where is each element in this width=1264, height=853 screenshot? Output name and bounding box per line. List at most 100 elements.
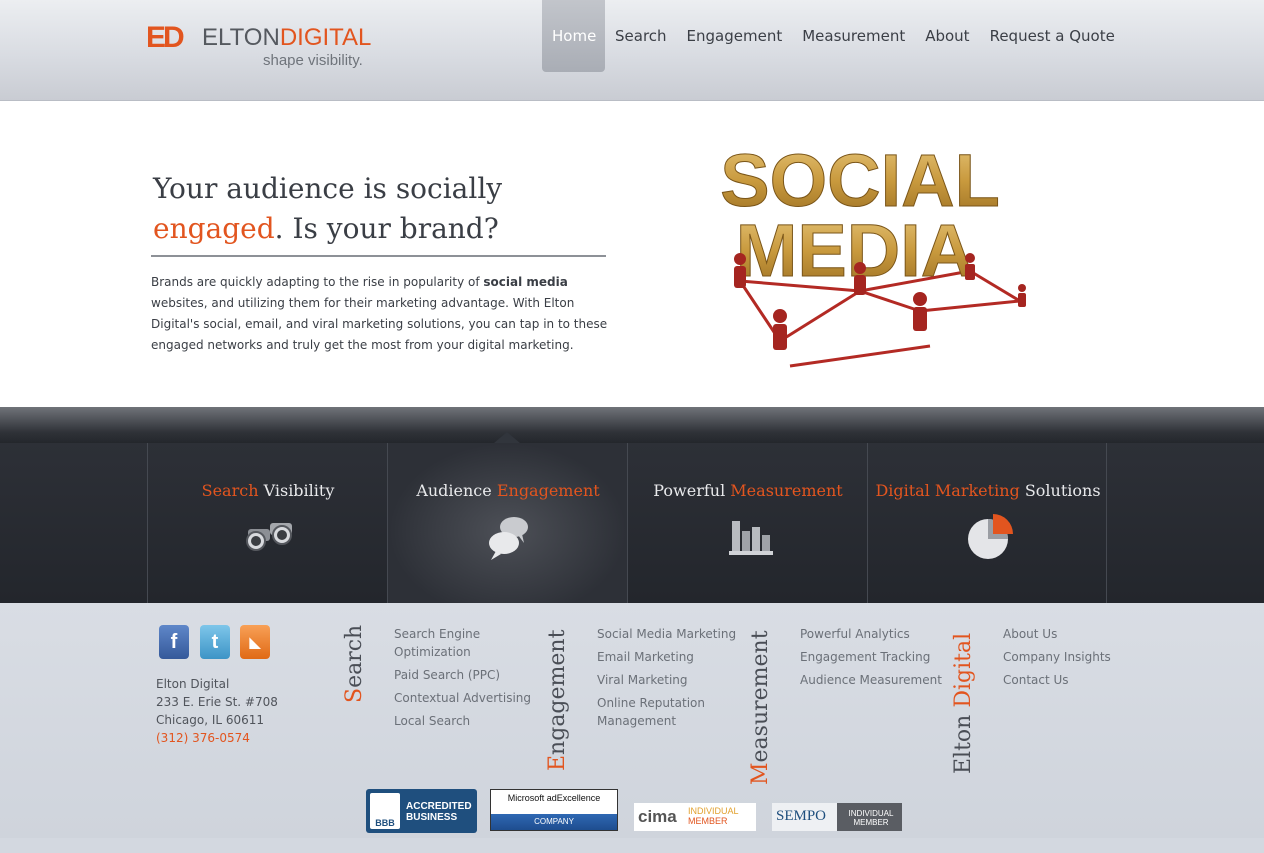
footer-link[interactable]: Contextual Advertising (394, 689, 539, 707)
footer-heading-measurement: Measurement (748, 630, 773, 785)
footer-link[interactable]: Contact Us (1003, 671, 1133, 689)
social-media-illustration: SOCIAL MEDIA (720, 139, 1026, 368)
bbb-badge-top: ACCREDITED (406, 801, 472, 812)
cima-badge-text: INDIVIDUAL MEMBER (688, 806, 739, 826)
footer-heading-search-rest: earch (342, 624, 367, 688)
service-title-rest: Audience (416, 481, 497, 500)
hero-section: Your audience is socially engaged. Is yo… (0, 101, 1264, 407)
footer-link[interactable]: Email Marketing (597, 648, 742, 666)
logo-name-part2: DIGITAL (279, 24, 372, 51)
twitter-icon[interactable]: t (200, 625, 230, 659)
bbb-accredited-badge[interactable]: BBB ACCREDITED BUSINESS (366, 789, 477, 833)
contact-address: Elton Digital 233 E. Erie St. #708 Chica… (156, 675, 278, 747)
sempo-logo: SEMPO (776, 808, 827, 824)
bbb-badge-text: ACCREDITED BUSINESS (406, 801, 472, 823)
service-digital-marketing-solutions[interactable]: Digital Marketing Solutions (867, 443, 1107, 603)
logo-mark: ED (146, 21, 185, 54)
footer-link[interactable]: About Us (1003, 625, 1133, 643)
hero-headline: Your audience is socially engaged. Is yo… (153, 169, 606, 249)
footer-links-search: Search Engine Optimization Paid Search (… (394, 625, 539, 735)
main-nav: Home Search Engagement Measurement About… (542, 0, 1125, 72)
footer-heading-search-first: S (342, 687, 367, 703)
site-footer: f t ◣ Elton Digital 233 E. Erie St. #708… (0, 603, 1264, 838)
nav-measurement[interactable]: Measurement (792, 0, 915, 72)
headline-line2: engaged. Is your brand? (153, 209, 606, 249)
nav-search[interactable]: Search (605, 0, 677, 72)
address-street: 233 E. Erie St. #708 (156, 695, 278, 709)
footer-link[interactable]: Search Engine Optimization (394, 625, 539, 661)
facebook-icon[interactable]: f (159, 625, 189, 659)
services-band: Search Visibility Audience Engagement Po… (0, 443, 1264, 603)
microsoft-adexcellence-badge[interactable]: Microsoft adExcellence COMPANY (490, 789, 618, 831)
footer-links-elton-digital: About Us Company Insights Contact Us (1003, 625, 1133, 694)
cima-member-badge[interactable]: cima INDIVIDUAL MEMBER (634, 803, 756, 831)
footer-heading-engagement-first: E (545, 754, 570, 771)
footer-link[interactable]: Viral Marketing (597, 671, 742, 689)
footer-link[interactable]: Engagement Tracking (800, 648, 950, 666)
headline-divider (151, 255, 606, 257)
footer-link[interactable]: Audience Measurement (800, 671, 950, 689)
nav-about[interactable]: About (915, 0, 979, 72)
speech-bubbles-icon (489, 517, 528, 560)
bar-chart-icon (729, 521, 773, 555)
logo[interactable]: ED ELTONDIGITAL shape visibility. (146, 22, 386, 74)
service-title: Powerful Measurement (628, 481, 868, 500)
footer-heading-engagement-rest: ngagement (545, 629, 570, 755)
service-title-accent: Measurement (730, 481, 843, 500)
footer-link[interactable]: Powerful Analytics (800, 625, 950, 643)
footer-heading-elton: Elton (951, 707, 976, 774)
logo-name-part1: ELTON (202, 24, 280, 51)
nav-engagement[interactable]: Engagement (677, 0, 793, 72)
rss-icon[interactable]: ◣ (240, 625, 270, 659)
cima-badge-top: INDIVIDUAL (688, 806, 739, 816)
footer-link[interactable]: Online Reputation Management (597, 694, 742, 730)
ms-badge-top: Microsoft adExcellence (507, 793, 601, 803)
binoculars-icon (246, 523, 292, 551)
footer-link[interactable]: Paid Search (PPC) (394, 666, 539, 684)
site-header: ED ELTONDIGITAL shape visibility. Home S… (0, 0, 1264, 101)
nav-home[interactable]: Home (542, 0, 605, 72)
sempo-member-badge[interactable]: SEMPO INDIVIDUAL MEMBER (772, 803, 902, 831)
footer-heading-digital: Digital (951, 632, 976, 708)
pie-chart-icon (968, 514, 1013, 559)
active-pointer (494, 432, 520, 443)
sempo-badge-bottom: MEMBER (853, 818, 889, 827)
cima-logo: cima (638, 807, 677, 826)
headline-rest: . Is your brand? (274, 212, 499, 245)
cima-badge-bottom: MEMBER (688, 816, 728, 826)
logo-tagline: shape visibility. (263, 52, 363, 69)
footer-link[interactable]: Company Insights (1003, 648, 1133, 666)
address-company: Elton Digital (156, 677, 230, 691)
service-powerful-measurement[interactable]: Powerful Measurement (627, 443, 867, 603)
service-title: Digital Marketing Solutions (868, 481, 1108, 500)
address-city: Chicago, IL 60611 (156, 713, 265, 727)
footer-link[interactable]: Social Media Marketing (597, 625, 742, 643)
nav-request-quote[interactable]: Request a Quote (980, 0, 1125, 72)
sempo-badge-top: INDIVIDUAL (848, 809, 894, 818)
ms-badge-bottom: COMPANY (491, 814, 617, 830)
footer-heading-elton-digital: Elton Digital (951, 633, 976, 774)
footer-heading-measurement-rest: easurement (748, 630, 773, 763)
service-title-accent: Search (201, 481, 259, 500)
service-title-rest: Visibility (258, 481, 335, 500)
hero-body: Brands are quickly adapting to the rise … (151, 272, 611, 356)
footer-links-engagement: Social Media Marketing Email Marketing V… (597, 625, 742, 735)
service-audience-engagement[interactable]: Audience Engagement (387, 443, 627, 603)
service-title-rest: Solutions (1019, 481, 1101, 500)
headline-accent: engaged (153, 212, 275, 245)
band-top-shadow (0, 407, 1264, 443)
address-phone[interactable]: (312) 376-0574 (156, 729, 278, 747)
hero-body-bold: social media (483, 275, 568, 289)
hero-body-part2: websites, and utilizing them for their m… (151, 296, 608, 352)
service-search-visibility[interactable]: Search Visibility (147, 443, 387, 603)
bbb-badge-bottom: BUSINESS (406, 812, 458, 823)
service-title-accent: Engagement (496, 481, 600, 500)
service-title: Search Visibility (148, 481, 388, 500)
service-title-rest: Powerful (653, 481, 731, 500)
footer-heading-measurement-first: M (748, 762, 773, 785)
service-title-accent: Digital Marketing (875, 481, 1020, 500)
bbb-logo: BBB (370, 793, 400, 829)
footer-heading-engagement: Engagement (545, 630, 570, 771)
footer-link[interactable]: Local Search (394, 712, 539, 730)
headline-line1: Your audience is socially (153, 172, 503, 205)
